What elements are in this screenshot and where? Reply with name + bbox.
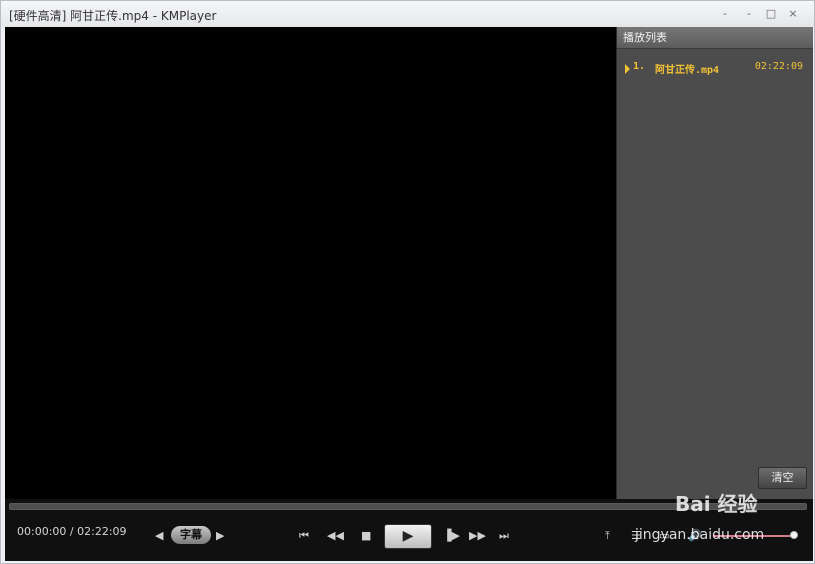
- minimize-icon[interactable]: -: [717, 6, 733, 22]
- triangle-right-icon[interactable]: ▶: [216, 530, 224, 542]
- minimize-icon[interactable]: -: [741, 6, 757, 22]
- time-separator: /: [69, 525, 74, 538]
- stop-icon[interactable]: ■: [361, 530, 371, 542]
- volume-icon[interactable]: 🔊: [688, 530, 702, 542]
- seek-bar[interactable]: [9, 503, 807, 510]
- title-bar[interactable]: [硬件高清] 阿甘正传.mp4 - KMPlayer - - □ ×: [1, 1, 814, 27]
- play-indicator-icon: [625, 64, 630, 74]
- skip-next-icon[interactable]: ⏭: [499, 530, 509, 542]
- triangle-left-icon[interactable]: ◀: [155, 530, 163, 542]
- volume-slider[interactable]: [713, 535, 797, 537]
- kmplayer-window: [硬件高清] 阿甘正传.mp4 - KMPlayer - - □ × 播放列表 …: [0, 0, 815, 564]
- subtitle-button[interactable]: 字幕: [171, 526, 211, 544]
- playlist-icon[interactable]: ☰: [631, 530, 641, 542]
- volume-knob[interactable]: [790, 531, 798, 539]
- current-time: 00:00:00: [17, 525, 67, 538]
- playlist-panel: 播放列表 1. 阿甘正传.mp4 02:22:09 清空: [616, 27, 813, 499]
- playlist-title: 播放列表: [617, 27, 813, 49]
- playlist-item-number: 1.: [633, 61, 646, 72]
- rewind-icon[interactable]: ◀◀: [327, 530, 344, 542]
- maximize-icon[interactable]: □: [763, 6, 779, 22]
- fast-forward-icon[interactable]: ▶▶: [469, 530, 486, 542]
- time-display: 00:00:00 / 02:22:09: [17, 525, 127, 538]
- play-button[interactable]: ▶: [384, 524, 432, 549]
- open-file-icon[interactable]: ⤒: [605, 530, 610, 542]
- window-title: [硬件高清] 阿甘正传.mp4 - KMPlayer: [9, 9, 217, 23]
- clear-button[interactable]: 清空: [758, 467, 807, 489]
- total-time: 02:22:09: [77, 525, 127, 538]
- settings-icon[interactable]: ▭: [659, 530, 669, 542]
- skip-previous-icon[interactable]: ⏮: [299, 530, 309, 542]
- playlist-item-duration: 02:22:09: [754, 61, 803, 72]
- close-icon[interactable]: ×: [785, 6, 801, 22]
- play-icon: ▶: [402, 528, 414, 544]
- playlist-item[interactable]: 1. 阿甘正传.mp4 02:22:09: [625, 61, 813, 77]
- step-forward-icon[interactable]: ▐▶: [443, 530, 460, 542]
- playlist-item-name: 阿甘正传.mp4: [655, 65, 720, 76]
- video-area[interactable]: [5, 27, 616, 499]
